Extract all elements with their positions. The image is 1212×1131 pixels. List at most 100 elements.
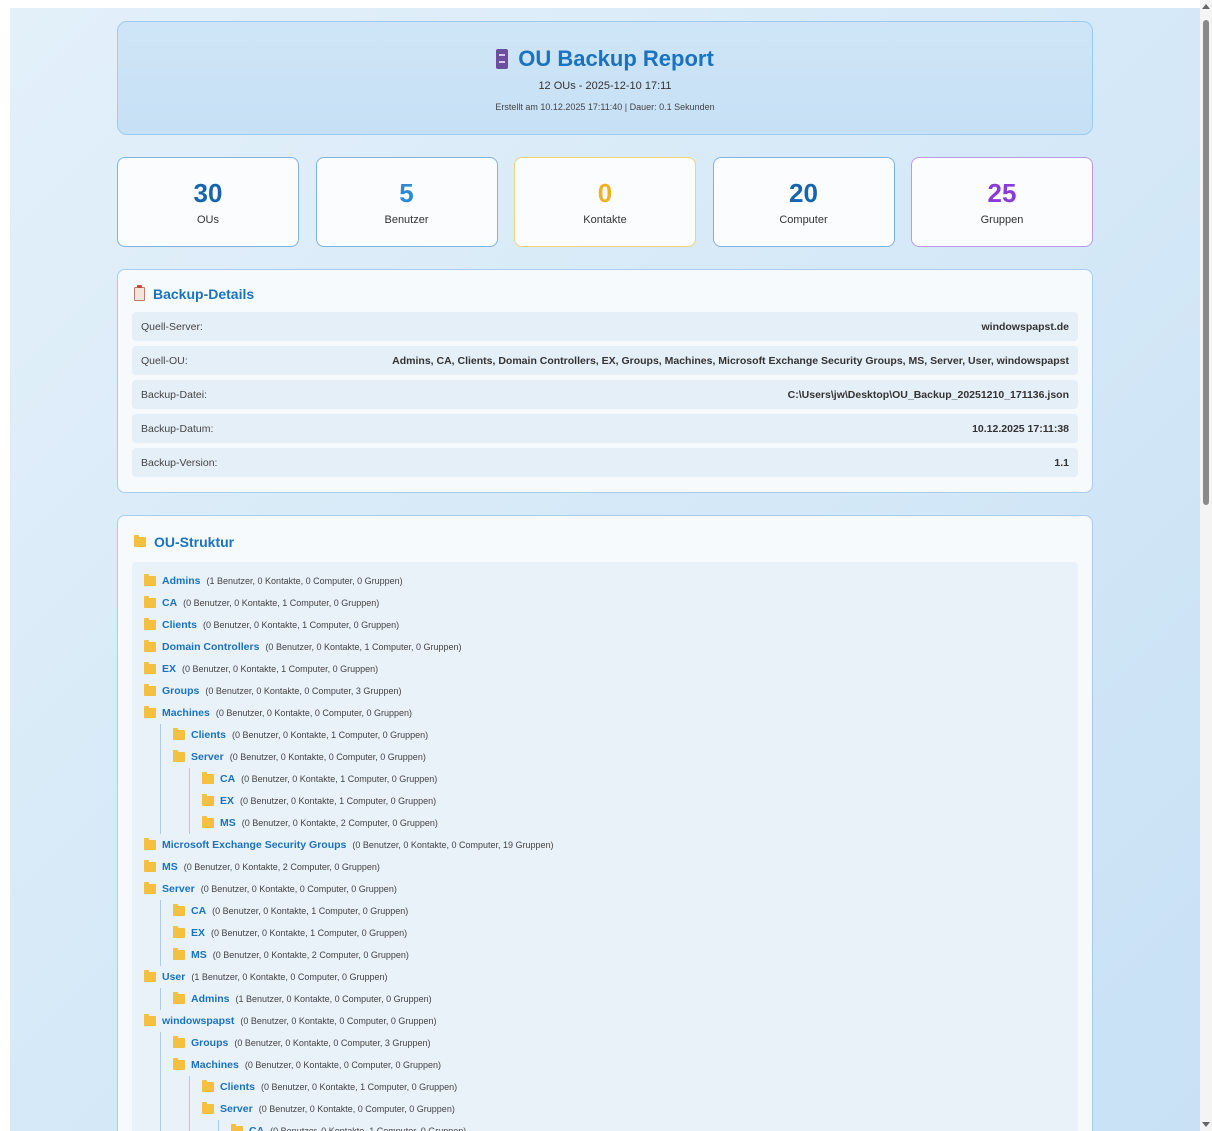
folder-icon	[202, 1080, 214, 1092]
ou-children: Groups (0 Benutzer, 0 Kontakte, 0 Compute…	[160, 1032, 1066, 1131]
detail-value: 1.1	[1054, 456, 1069, 469]
ou-name-link[interactable]: Server	[220, 1103, 253, 1115]
ou-object-counts: (0 Benutzer, 0 Kontakte, 0 Computer, 19 …	[352, 840, 554, 850]
folder-icon	[173, 750, 185, 762]
ou-name-link[interactable]: CA	[162, 597, 177, 609]
ou-name-link[interactable]: CA	[191, 905, 206, 917]
ou-name-link[interactable]: Clients	[162, 619, 197, 631]
ou-name-link[interactable]: EX	[162, 663, 176, 675]
ou-name-link[interactable]: Clients	[191, 729, 226, 741]
detail-key: Backup-Datei:	[141, 388, 207, 401]
detail-row-quell-server: Quell-Server: windowspapst.de	[132, 312, 1078, 341]
folder-icon	[134, 535, 146, 547]
stat-label: Benutzer	[384, 214, 429, 226]
ou-tree-node: CA (0 Benutzer, 0 Kontakte, 1 Computer, 0…	[202, 768, 1066, 790]
file-cabinet-icon	[496, 49, 509, 69]
report-subtitle: 12 OUs - 2025-12-10 17:11	[538, 80, 672, 92]
folder-icon	[173, 1058, 185, 1070]
ou-object-counts: (0 Benutzer, 0 Kontakte, 0 Computer, 0 G…	[229, 752, 426, 762]
detail-value: 10.12.2025 17:11:38	[972, 422, 1069, 435]
ou-structure-card: OU-Struktur Admins (1 Benutzer, 0 Kontakt…	[117, 515, 1093, 1131]
ou-object-counts: (0 Benutzer, 0 Kontakte, 1 Computer, 0 G…	[265, 642, 462, 652]
scrollbar-thumb[interactable]	[1203, 20, 1209, 505]
ou-object-counts: (0 Benutzer, 0 Kontakte, 0 Computer, 0 G…	[240, 1016, 437, 1026]
stat-value: 0	[597, 178, 613, 208]
detail-value: windowspapst.de	[981, 320, 1069, 333]
ou-tree-node: Clients (0 Benutzer, 0 Kontakte, 1 Comput…	[144, 614, 1066, 636]
ou-name-link[interactable]: Microsoft Exchange Security Groups	[162, 839, 346, 851]
vertical-scrollbar[interactable]	[1200, 0, 1212, 1131]
ou-children: Clients (0 Benutzer, 0 Kontakte, 1 Comput…	[189, 1076, 1066, 1131]
detail-row-quell-ou: Quell-OU: Admins, CA, Clients, Domain Co…	[132, 346, 1078, 375]
stat-label: OUs	[197, 214, 219, 226]
ou-name-link[interactable]: Server	[162, 883, 195, 895]
ou-name-link[interactable]: EX	[220, 795, 234, 807]
ou-name-link[interactable]: MS	[162, 861, 178, 873]
folder-icon	[173, 948, 185, 960]
ou-structure-title: OU-Struktur	[134, 534, 1078, 550]
ou-tree-node: Machines (0 Benutzer, 0 Kontakte, 0 Compu…	[144, 702, 1066, 724]
ou-name-link[interactable]: windowspapst	[162, 1015, 234, 1027]
folder-icon	[173, 1036, 185, 1048]
stat-card-gruppen: 25 Gruppen	[911, 157, 1093, 247]
detail-value: C:\Users\jw\Desktop\OU_Backup_20251210_1…	[787, 388, 1069, 401]
ou-object-counts: (0 Benutzer, 0 Kontakte, 1 Computer, 0 G…	[241, 774, 438, 784]
ou-tree-node: EX (0 Benutzer, 0 Kontakte, 1 Computer, 0…	[173, 922, 1066, 944]
report-header: OU Backup Report 12 OUs - 2025-12-10 17:…	[117, 21, 1093, 135]
stat-label: Kontakte	[583, 214, 627, 226]
ou-name-link[interactable]: Machines	[162, 707, 210, 719]
ou-object-counts: (0 Benutzer, 0 Kontakte, 1 Computer, 0 G…	[270, 1126, 467, 1131]
ou-name-link[interactable]: Groups	[191, 1037, 228, 1049]
ou-tree-node: MS (0 Benutzer, 0 Kontakte, 2 Computer, 0…	[173, 944, 1066, 966]
page-title-text: OU Backup Report	[518, 46, 714, 71]
ou-tree-node: windowspapst (0 Benutzer, 0 Kontakte, 0 C…	[144, 1010, 1066, 1032]
report-container: OU Backup Report 12 OUs - 2025-12-10 17:…	[117, 21, 1093, 1131]
folder-icon	[231, 1124, 243, 1131]
stat-value: 5	[399, 178, 414, 208]
scroll-up-arrow-icon[interactable]	[1202, 4, 1210, 9]
ou-tree-node: Server (0 Benutzer, 0 Kontakte, 0 Compute…	[202, 1098, 1066, 1120]
ou-name-link[interactable]: MS	[220, 817, 236, 829]
folder-icon	[144, 882, 156, 894]
ou-tree-node: User (1 Benutzer, 0 Kontakte, 0 Computer,…	[144, 966, 1066, 988]
ou-object-counts: (0 Benutzer, 0 Kontakte, 0 Computer, 0 G…	[215, 708, 412, 718]
ou-name-link[interactable]: CA	[220, 773, 235, 785]
ou-tree-node: EX (0 Benutzer, 0 Kontakte, 1 Computer, 0…	[202, 790, 1066, 812]
detail-row-backup-version: Backup-Version: 1.1	[132, 448, 1078, 477]
ou-structure-title-text: OU-Struktur	[154, 534, 235, 550]
folder-icon	[144, 640, 156, 652]
ou-object-counts: (0 Benutzer, 0 Kontakte, 1 Computer, 0 G…	[182, 664, 379, 674]
ou-name-link[interactable]: EX	[191, 927, 205, 939]
ou-object-counts: (0 Benutzer, 0 Kontakte, 1 Computer, 0 G…	[211, 928, 408, 938]
ou-name-link[interactable]: User	[162, 971, 185, 983]
ou-object-counts: (0 Benutzer, 0 Kontakte, 0 Computer, 3 G…	[205, 686, 402, 696]
detail-key: Backup-Datum:	[141, 422, 214, 435]
ou-name-link[interactable]: MS	[191, 949, 207, 961]
ou-tree-node: CA (0 Benutzer, 0 Kontakte, 1 Computer, 0…	[173, 900, 1066, 922]
ou-name-link[interactable]: Admins	[162, 575, 201, 587]
ou-object-counts: (1 Benutzer, 0 Kontakte, 0 Computer, 0 G…	[235, 994, 432, 1004]
stat-label: Gruppen	[980, 214, 1024, 226]
ou-object-counts: (0 Benutzer, 0 Kontakte, 2 Computer, 0 G…	[183, 862, 380, 872]
folder-icon	[202, 816, 214, 828]
folder-icon	[144, 1014, 156, 1026]
ou-name-link[interactable]: Groups	[162, 685, 199, 697]
stat-card-benutzer: 5 Benutzer	[315, 157, 498, 247]
stat-card-computer: 20 Computer	[712, 157, 895, 247]
stats-row: 30 OUs 5 Benutzer 0 Kontakte 20 Computer…	[117, 157, 1093, 247]
ou-object-counts: (0 Benutzer, 0 Kontakte, 1 Computer, 0 G…	[240, 796, 437, 806]
ou-tree-node: Clients (0 Benutzer, 0 Kontakte, 1 Comput…	[202, 1076, 1066, 1098]
ou-name-link[interactable]: Domain Controllers	[162, 641, 259, 653]
stat-value: 30	[193, 178, 223, 208]
folder-icon	[202, 1102, 214, 1114]
ou-name-link[interactable]: Server	[191, 751, 224, 763]
ou-name-link[interactable]: Admins	[191, 993, 230, 1005]
ou-tree-node: MS (0 Benutzer, 0 Kontakte, 2 Computer, 0…	[202, 812, 1066, 834]
ou-name-link[interactable]: Clients	[220, 1081, 255, 1093]
report-meta: Erstellt am 10.12.2025 17:11:40 | Dauer:…	[495, 102, 715, 112]
ou-name-link[interactable]: Machines	[191, 1059, 239, 1071]
scroll-down-arrow-icon[interactable]	[1202, 1122, 1210, 1127]
ou-tree-node: EX (0 Benutzer, 0 Kontakte, 1 Computer, 0…	[144, 658, 1066, 680]
ou-tree-node: Domain Controllers (0 Benutzer, 0 Kontakt…	[144, 636, 1066, 658]
ou-name-link[interactable]: CA	[249, 1125, 264, 1131]
